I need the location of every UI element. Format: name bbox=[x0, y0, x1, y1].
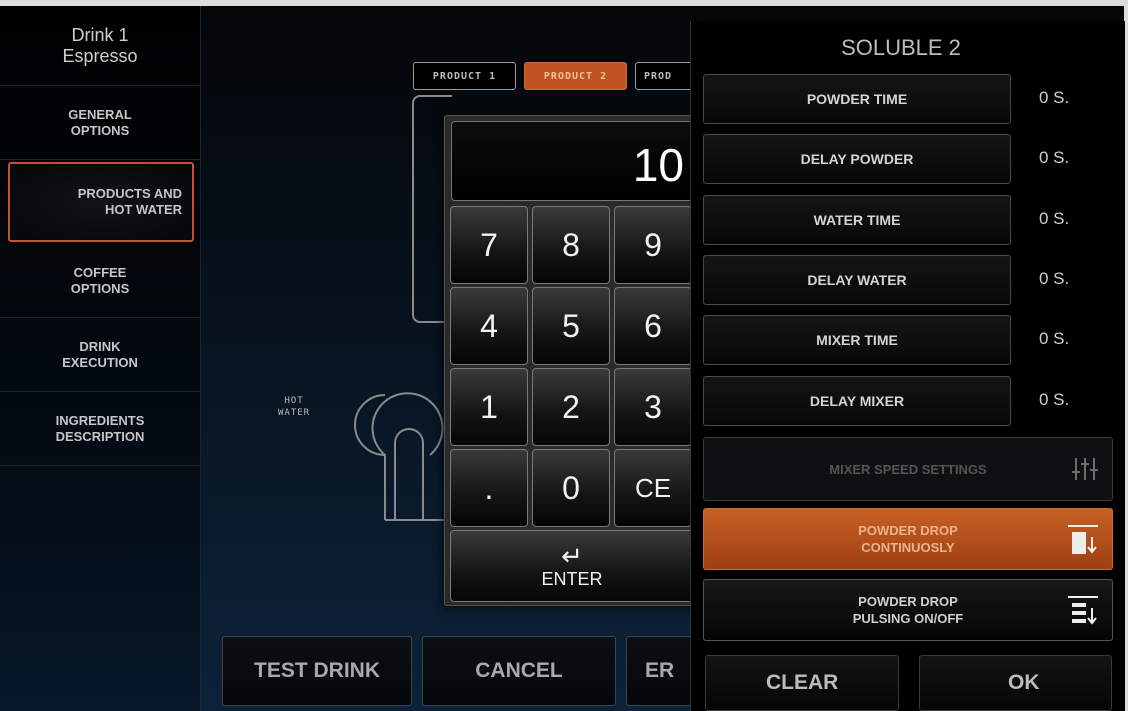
key-clear-entry[interactable]: CE bbox=[614, 449, 692, 527]
sidebar-item-label: INGREDIENTS bbox=[55, 412, 145, 428]
hot-water-tap-icon bbox=[354, 392, 444, 521]
mixer-time-value: 0 S. bbox=[1039, 329, 1070, 348]
hot-water-label: HOT WATER bbox=[278, 395, 310, 419]
sidebar-item-label: COFFEE bbox=[73, 264, 127, 280]
delay-powder-button[interactable]: DELAY POWDER bbox=[703, 134, 1011, 184]
sidebar-item-coffee-options[interactable]: COFFEE OPTIONS bbox=[0, 244, 200, 318]
sidebar-item-ingredients-description[interactable]: INGREDIENTS DESCRIPTION bbox=[0, 392, 200, 466]
delay-water-button[interactable]: DELAY WATER bbox=[703, 255, 1011, 305]
drink-header: Drink 1 Espresso bbox=[0, 6, 200, 86]
key-7[interactable]: 7 bbox=[450, 206, 528, 284]
powder-drop-continuous-line-2: CONTINUOSLY bbox=[861, 540, 955, 555]
enter-icon: ↵ bbox=[561, 540, 583, 571]
numeric-keypad: 10 7 8 9 4 5 6 1 2 3 . 0 CE ↵ ENTER bbox=[444, 115, 698, 606]
drink-type: Espresso bbox=[62, 45, 138, 66]
cancel-button[interactable]: CANCEL bbox=[422, 636, 616, 706]
sidebar-item-label: OPTIONS bbox=[70, 122, 130, 138]
delay-mixer-value: 0 S. bbox=[1039, 390, 1070, 409]
key-4[interactable]: 4 bbox=[450, 287, 528, 365]
sidebar-item-label: PRODUCTS AND bbox=[77, 186, 182, 201]
sidebar-item-label: GENERAL bbox=[68, 106, 132, 122]
key-9[interactable]: 9 bbox=[614, 206, 692, 284]
powder-time-button[interactable]: POWDER TIME bbox=[703, 74, 1011, 124]
panel-title: SOLUBLE 2 bbox=[841, 35, 961, 60]
powder-drop-pulsing-button[interactable]: POWDER DROP PULSING ON/OFF bbox=[703, 579, 1113, 641]
key-0[interactable]: 0 bbox=[532, 449, 610, 527]
keypad-display: 10 bbox=[451, 121, 693, 201]
powder-drop-pulsing-line-1: POWDER DROP bbox=[858, 594, 958, 609]
delay-mixer-button[interactable]: DELAY MIXER bbox=[703, 376, 1011, 426]
sidebar-item-label: DESCRIPTION bbox=[55, 428, 145, 444]
water-time-button[interactable]: WATER TIME bbox=[703, 195, 1011, 245]
sidebar-item-label: HOT WATER bbox=[104, 202, 182, 217]
enter-button[interactable]: ↵ ENTER bbox=[450, 530, 694, 602]
powder-drop-pulsing-line-2: PULSING ON/OFF bbox=[852, 611, 964, 626]
drink-name: Drink 1 bbox=[71, 24, 129, 45]
sidebar-item-drink-execution[interactable]: DRINK EXECUTION bbox=[0, 318, 200, 392]
sidebar-item-products-and-hot-water[interactable]: PRODUCTS AND HOT WATER bbox=[8, 162, 194, 242]
key-3[interactable]: 3 bbox=[614, 368, 692, 446]
tab-product-2[interactable]: PRODUCT 2 bbox=[524, 62, 627, 90]
water-time-value: 0 S. bbox=[1039, 209, 1070, 228]
tab-product-1[interactable]: PRODUCT 1 bbox=[413, 62, 516, 90]
powder-drop-pulsing-icon bbox=[1068, 596, 1098, 625]
sidebar: Drink 1 Espresso GENERAL OPTIONS PRODUCTS… bbox=[0, 6, 201, 711]
powder-time-value: 0 S. bbox=[1039, 88, 1070, 107]
hot-water-label-line: WATER bbox=[278, 408, 311, 418]
sidebar-item-general-options[interactable]: GENERAL OPTIONS bbox=[0, 86, 200, 160]
ok-button[interactable]: OK bbox=[919, 655, 1112, 711]
sliders-icon bbox=[1072, 458, 1098, 480]
mixer-speed-label: MIXER SPEED SETTINGS bbox=[829, 461, 987, 477]
powder-drop-continuously-button[interactable]: POWDER DROP CONTINUOSLY bbox=[703, 508, 1113, 570]
powder-drop-continuous-line-1: POWDER DROP bbox=[858, 523, 958, 538]
delay-water-value: 0 S. bbox=[1039, 269, 1070, 288]
key-decimal[interactable]: . bbox=[450, 449, 528, 527]
mixer-time-button[interactable]: MIXER TIME bbox=[703, 315, 1011, 365]
key-6[interactable]: 6 bbox=[614, 287, 692, 365]
tab-product-3[interactable]: PROD bbox=[635, 62, 695, 90]
mixer-speed-settings-button[interactable]: MIXER SPEED SETTINGS bbox=[703, 437, 1113, 501]
key-8[interactable]: 8 bbox=[532, 206, 610, 284]
test-drink-button[interactable]: TEST DRINK bbox=[222, 636, 412, 706]
powder-drop-continuous-icon bbox=[1068, 525, 1098, 554]
clear-button[interactable]: CLEAR bbox=[705, 655, 899, 711]
hot-water-label-line: HOT bbox=[284, 396, 304, 406]
key-5[interactable]: 5 bbox=[532, 287, 610, 365]
sidebar-item-label: DRINK bbox=[79, 338, 121, 354]
delay-powder-value: 0 S. bbox=[1039, 148, 1070, 167]
key-2[interactable]: 2 bbox=[532, 368, 610, 446]
sidebar-item-label: EXECUTION bbox=[62, 354, 138, 370]
key-1[interactable]: 1 bbox=[450, 368, 528, 446]
sidebar-item-label: OPTIONS bbox=[70, 280, 130, 296]
enter-label: ENTER bbox=[541, 568, 603, 589]
soluble-settings-panel: SOLUBLE 2 POWDER TIME 0 S. DELAY POWDER … bbox=[690, 21, 1125, 711]
